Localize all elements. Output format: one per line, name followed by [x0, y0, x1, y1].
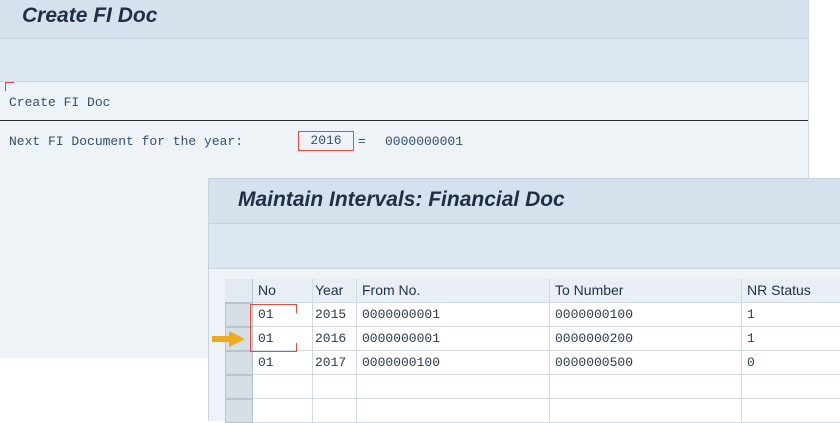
window-title: Maintain Intervals: Financial Doc: [238, 188, 565, 211]
window-title-bar: Maintain Intervals: Financial Doc: [209, 179, 840, 224]
column-header-from-no[interactable]: From No.: [357, 279, 550, 303]
cell-year[interactable]: 2016: [313, 327, 357, 351]
cell-nr-status[interactable]: 1: [742, 327, 840, 351]
equals-sign: =: [358, 134, 366, 149]
table-row[interactable]: 01 2017 0000000100 0000000500 0: [225, 351, 840, 375]
year-input[interactable]: 2016: [298, 131, 354, 151]
cell-to-number[interactable]: [550, 375, 742, 399]
cell-to-number[interactable]: 0000000500: [550, 351, 742, 375]
cell-year[interactable]: 2015: [313, 303, 357, 327]
toolbar: [209, 224, 840, 269]
cell-nr-status[interactable]: 0: [742, 351, 840, 375]
row-selector[interactable]: [225, 399, 253, 423]
row-selector[interactable]: [225, 303, 253, 327]
cell-nr-status[interactable]: [742, 399, 840, 423]
cell-no[interactable]: [253, 375, 313, 399]
window-title: Create FI Doc: [22, 4, 158, 27]
cell-to-number[interactable]: 0000000200: [550, 327, 742, 351]
cell-to-number[interactable]: [550, 399, 742, 423]
column-header-nr-status[interactable]: NR Status: [742, 279, 840, 303]
cell-nr-status[interactable]: 1: [742, 303, 840, 327]
highlight-bracket-corner: [288, 304, 297, 313]
cell-no[interactable]: 01: [253, 351, 313, 375]
cell-from-no[interactable]: [357, 399, 550, 423]
cell-from-no[interactable]: 0000000001: [357, 303, 550, 327]
separator-line: [0, 120, 808, 121]
highlight-bracket-corner: [288, 343, 297, 352]
table-row[interactable]: [225, 399, 840, 423]
arrow-right-icon: [212, 331, 245, 347]
cell-year[interactable]: [313, 399, 357, 423]
row-selector[interactable]: [225, 351, 253, 375]
doc-number-value: 0000000001: [385, 134, 464, 149]
cell-nr-status[interactable]: [742, 375, 840, 399]
row-selector[interactable]: [225, 375, 253, 399]
window-title-bar: Create FI Doc: [0, 0, 808, 39]
section-heading: Create FI Doc: [9, 95, 111, 110]
table-header-row: No Year From No. To Number NR Status: [225, 279, 840, 303]
cell-no[interactable]: [253, 399, 313, 423]
cell-from-no[interactable]: 0000000001: [357, 327, 550, 351]
column-header-to-number[interactable]: To Number: [550, 279, 742, 303]
table-row[interactable]: 01 2016 0000000001 0000000200 1: [225, 327, 840, 351]
cell-to-number[interactable]: 0000000100: [550, 303, 742, 327]
focus-corner-mark: [5, 82, 14, 91]
cell-year[interactable]: 2017: [313, 351, 357, 375]
cell-from-no[interactable]: 0000000100: [357, 351, 550, 375]
column-header-no[interactable]: No: [253, 279, 313, 303]
select-all-cell[interactable]: [225, 279, 253, 303]
table-row[interactable]: [225, 375, 840, 399]
maintain-intervals-window: Maintain Intervals: Financial Doc No Yea…: [208, 178, 840, 423]
next-doc-label: Next FI Document for the year:: [9, 134, 244, 149]
cell-year[interactable]: [313, 375, 357, 399]
column-header-year[interactable]: Year: [313, 279, 357, 303]
table-row[interactable]: 01 2015 0000000001 0000000100 1: [225, 303, 840, 327]
cell-from-no[interactable]: [357, 375, 550, 399]
toolbar: [0, 39, 808, 82]
